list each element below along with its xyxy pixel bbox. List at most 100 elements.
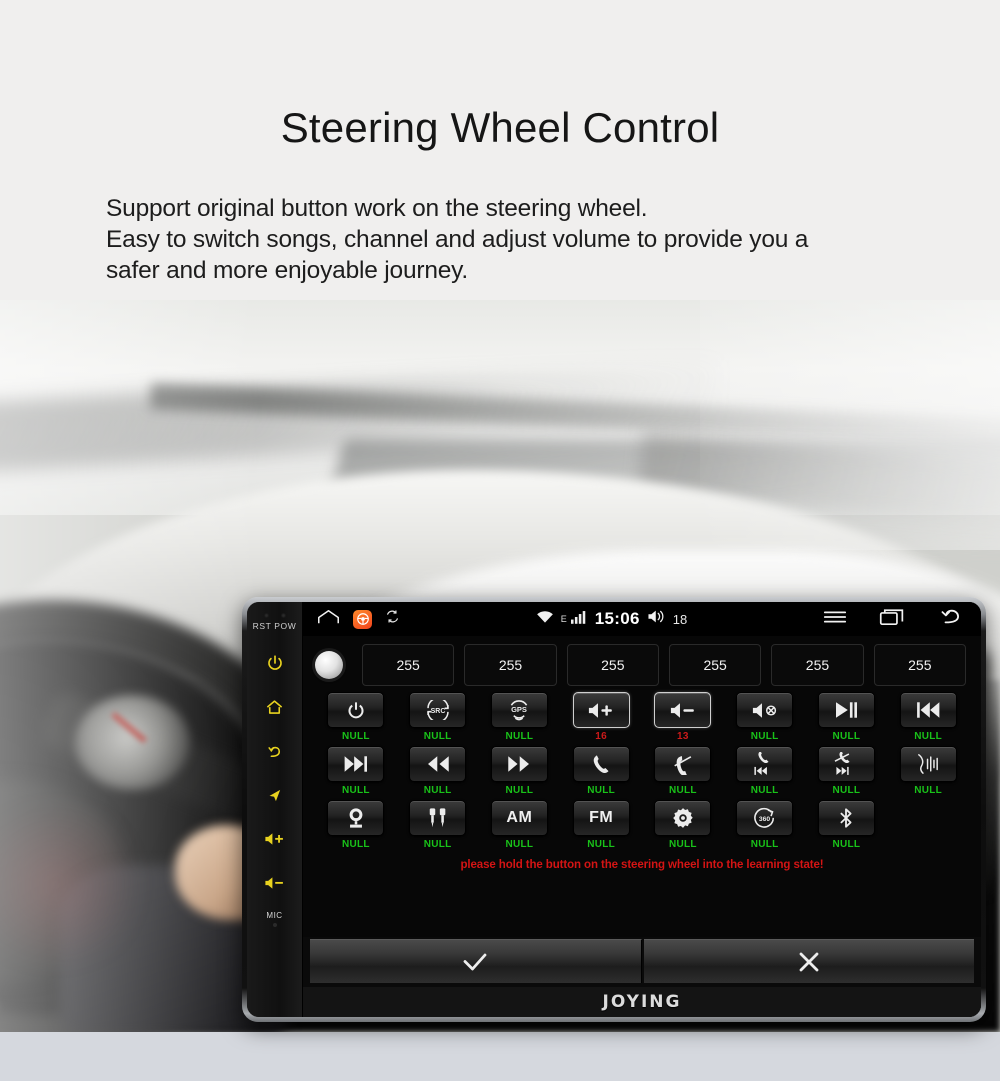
- learning-warning-text: please hold the button on the steering w…: [460, 859, 824, 871]
- function-cell-am[interactable]: AM NULL: [479, 800, 561, 850]
- aux-rca-icon[interactable]: [409, 800, 467, 836]
- function-cell-rewind[interactable]: NULL: [397, 746, 479, 796]
- function-cell-empty: [887, 800, 969, 850]
- fast-forward-icon[interactable]: [490, 746, 548, 782]
- steering-wheel-app-icon[interactable]: [353, 609, 372, 629]
- next-track-icon[interactable]: [327, 746, 385, 782]
- bluetooth-icon[interactable]: [817, 800, 875, 836]
- confirm-button[interactable]: [310, 939, 642, 983]
- rewind-icon[interactable]: [409, 746, 467, 782]
- function-cell-fast-forward[interactable]: NULL: [479, 746, 561, 796]
- value-box[interactable]: 255: [566, 644, 659, 686]
- surround-360-icon[interactable]: 360: [736, 800, 794, 836]
- hamburger-menu-icon[interactable]: [823, 609, 847, 630]
- function-label: NULL: [914, 785, 943, 796]
- function-label: NULL: [423, 785, 452, 796]
- function-cell-call-answer[interactable]: NULL: [560, 746, 642, 796]
- value-box[interactable]: 255: [668, 644, 762, 686]
- function-label: 13: [677, 731, 689, 742]
- touch-screen: E 15:06 18 255 255 255 255 255 255 NULL …: [303, 602, 981, 1017]
- function-label: NULL: [750, 731, 779, 742]
- function-cell-call-next[interactable]: NULL: [806, 746, 888, 796]
- side-home-button[interactable]: [265, 695, 284, 719]
- side-volume-down-button[interactable]: [264, 871, 285, 895]
- src-icon[interactable]: SRC: [409, 692, 467, 728]
- function-cell-aux-rca[interactable]: NULL: [397, 800, 479, 850]
- status-bar: E 15:06 18: [303, 602, 981, 636]
- head-unit-device: RST POW MIC E 15:06 18 255 255 255 255 2…: [242, 597, 986, 1022]
- function-cell-call-hangup[interactable]: NULL: [642, 746, 724, 796]
- signal-bars-icon: [570, 610, 588, 629]
- swc-app-body: 255 255 255 255 255 255 NULL SRC NULL GP…: [303, 636, 981, 937]
- learning-indicator-knob[interactable]: [315, 651, 343, 679]
- function-cell-gps[interactable]: GPS NULL: [479, 692, 561, 742]
- function-label: NULL: [341, 839, 370, 850]
- volume-up-icon[interactable]: [572, 692, 630, 728]
- function-cell-next-track[interactable]: NULL: [315, 746, 397, 796]
- call-previous-icon[interactable]: [736, 746, 794, 782]
- camera-icon[interactable]: [327, 800, 385, 836]
- function-label: NULL: [587, 839, 616, 850]
- rst-pow-label: RST POW: [252, 621, 297, 631]
- gps-icon[interactable]: GPS: [490, 692, 548, 728]
- function-label: NULL: [505, 839, 534, 850]
- function-cell-volume-down[interactable]: 13: [642, 692, 724, 742]
- volume-down-icon[interactable]: [654, 692, 712, 728]
- function-cell-voice-command[interactable]: NULL: [887, 746, 969, 796]
- settings-gear-icon[interactable]: [654, 800, 712, 836]
- function-cell-volume-up[interactable]: 16: [560, 692, 642, 742]
- back-arrow-icon[interactable]: [937, 608, 963, 631]
- side-volume-up-button[interactable]: [264, 827, 285, 851]
- value-box[interactable]: 255: [771, 644, 864, 686]
- action-bar: [303, 937, 981, 987]
- function-cell-mute[interactable]: NULL: [724, 692, 806, 742]
- am-band-label: AM: [506, 809, 533, 826]
- previous-track-icon[interactable]: [899, 692, 957, 728]
- instrument-gauge: [75, 695, 190, 790]
- call-next-icon[interactable]: [817, 746, 875, 782]
- mic-label: MIC: [266, 911, 283, 920]
- function-cell-play-pause[interactable]: NULL: [806, 692, 888, 742]
- sync-rotate-icon[interactable]: [385, 609, 400, 629]
- power-icon[interactable]: [327, 692, 385, 728]
- function-cell-surround-360[interactable]: 360 NULL: [724, 800, 806, 850]
- voice-command-icon[interactable]: [899, 746, 957, 782]
- device-inner: RST POW MIC E 15:06 18 255 255 255 255 2…: [247, 602, 981, 1017]
- cancel-button[interactable]: [643, 939, 974, 983]
- am-band-icon[interactable]: AM: [490, 800, 548, 836]
- svg-text:360: 360: [759, 816, 771, 823]
- side-power-button[interactable]: [266, 651, 284, 675]
- function-label: 16: [595, 731, 607, 742]
- function-cell-bluetooth[interactable]: NULL: [806, 800, 888, 850]
- play-pause-icon[interactable]: [817, 692, 875, 728]
- volume-value: 18: [672, 611, 688, 627]
- function-cell-settings[interactable]: NULL: [642, 800, 724, 850]
- home-outline-icon[interactable]: [317, 609, 340, 630]
- function-cell-power[interactable]: NULL: [315, 692, 397, 742]
- function-row: NULL NULL NULL NULL NULL NULL NULL NULL: [313, 746, 971, 796]
- function-cell-previous-track[interactable]: NULL: [887, 692, 969, 742]
- function-label: NULL: [341, 785, 370, 796]
- function-label: NULL: [750, 785, 779, 796]
- svg-text:SRC: SRC: [430, 708, 445, 715]
- value-box[interactable]: 255: [464, 644, 557, 686]
- side-navigation-button[interactable]: [266, 783, 283, 807]
- mute-icon[interactable]: [736, 692, 794, 728]
- function-cell-src[interactable]: SRC NULL: [397, 692, 479, 742]
- wifi-icon: [536, 610, 554, 629]
- side-back-button[interactable]: [265, 739, 284, 763]
- call-hangup-icon[interactable]: [654, 746, 712, 782]
- value-box[interactable]: 255: [873, 644, 966, 686]
- function-cell-call-previous[interactable]: NULL: [724, 746, 806, 796]
- side-control-panel: RST POW MIC: [247, 602, 303, 1017]
- recent-apps-icon[interactable]: [879, 608, 905, 631]
- function-row: NULL SRC NULL GPS NULL 16 13 NULL NULL N…: [313, 692, 971, 742]
- function-label: NULL: [914, 731, 943, 742]
- function-cell-fm[interactable]: FM NULL: [560, 800, 642, 850]
- fm-band-icon[interactable]: FM: [572, 800, 630, 836]
- page-title: Steering Wheel Control: [280, 104, 720, 151]
- call-answer-icon[interactable]: [572, 746, 630, 782]
- value-box[interactable]: 255: [362, 644, 455, 686]
- led-row: [263, 613, 286, 618]
- function-cell-camera[interactable]: NULL: [315, 800, 397, 850]
